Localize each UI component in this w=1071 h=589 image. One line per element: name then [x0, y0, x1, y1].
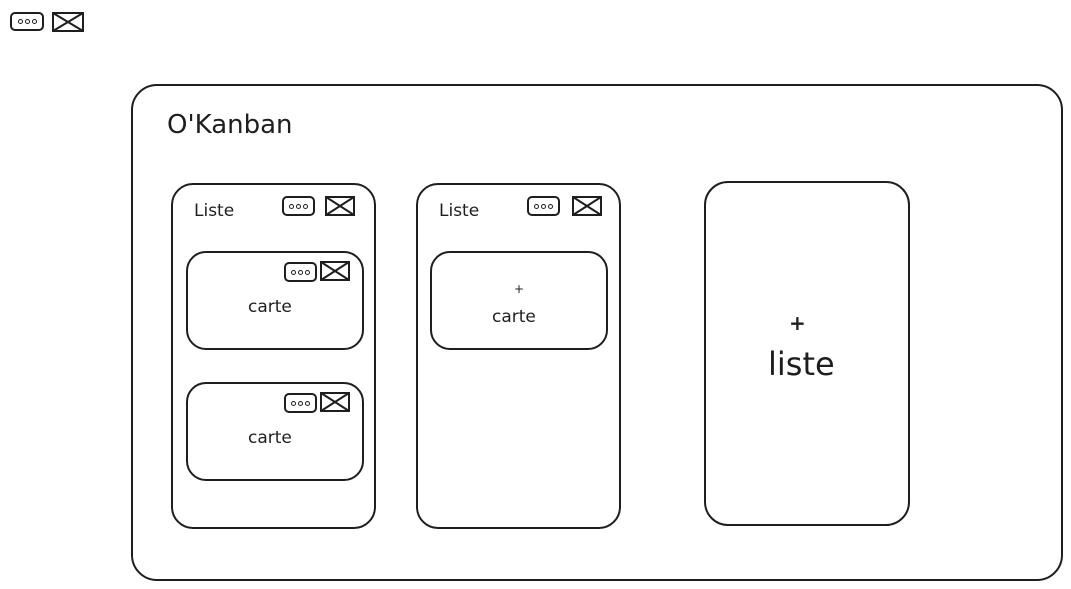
list-menu-button[interactable] — [527, 196, 560, 216]
add-card-button[interactable] — [430, 251, 608, 350]
legend-menu-icon — [10, 12, 44, 31]
card-menu-button[interactable] — [284, 262, 317, 282]
add-list-plus-icon: + — [789, 311, 806, 335]
add-list-label: liste — [768, 345, 835, 383]
add-card-plus-icon: + — [514, 282, 525, 296]
list-menu-button[interactable] — [282, 196, 315, 216]
list-delete-button[interactable] — [325, 196, 355, 216]
list-title[interactable]: Liste — [439, 201, 479, 221]
list-column-2 — [416, 183, 621, 529]
list-delete-button[interactable] — [572, 196, 602, 216]
card-delete-button[interactable] — [320, 392, 350, 412]
legend-delete-icon — [52, 12, 84, 32]
app-title: O'Kanban — [167, 110, 293, 140]
card-menu-button[interactable] — [284, 393, 317, 413]
card-label: carte — [248, 428, 292, 448]
card-delete-button[interactable] — [320, 261, 350, 281]
add-card-label: carte — [492, 307, 536, 327]
list-title[interactable]: Liste — [194, 201, 234, 221]
card-label: carte — [248, 297, 292, 317]
